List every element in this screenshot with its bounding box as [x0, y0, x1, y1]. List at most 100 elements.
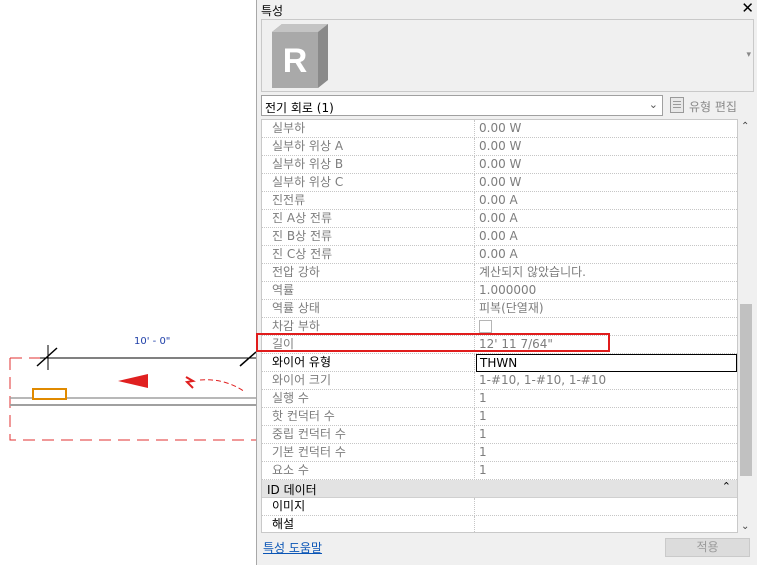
- property-name: 진 A상 전류: [262, 210, 475, 228]
- property-name: 이미지: [262, 498, 475, 516]
- property-value-checkbox-cell: [476, 318, 737, 336]
- revit-logo-icon: R: [272, 24, 328, 88]
- lightning-icon: [184, 376, 196, 389]
- property-value: 0.00 A: [479, 211, 518, 225]
- property-value: 1.000000: [479, 283, 537, 297]
- property-name: 진전류: [262, 192, 475, 210]
- property-value: 0.00 W: [479, 175, 522, 189]
- properties-grid: 실부하 0.00 W 실부하 위상 A 0.00 W 실부하 위상 B 0.00…: [261, 119, 738, 533]
- property-value: 12' 11 7/64": [479, 337, 553, 351]
- property-name: 전압 강하: [262, 264, 475, 282]
- property-value: 계산되지 않았습니다.: [479, 265, 586, 279]
- property-value: 0.00 W: [479, 121, 522, 135]
- circuit-arrow-icon: [118, 374, 148, 388]
- property-row[interactable]: 진전류 0.00 A: [262, 192, 737, 210]
- group-header-identity[interactable]: ID 데이터 ⌃: [262, 480, 737, 498]
- property-value: 1: [479, 445, 487, 459]
- property-name: 실부하 위상 A: [262, 138, 475, 156]
- property-row[interactable]: 진 C상 전류 0.00 A: [262, 246, 737, 264]
- property-name: 길이: [262, 336, 475, 354]
- scroll-up-icon[interactable]: ⌃: [741, 121, 749, 132]
- property-name: 실부하: [262, 120, 475, 138]
- drawing-canvas[interactable]: 10' - 0": [0, 0, 256, 565]
- property-name: 진 C상 전류: [262, 246, 475, 264]
- property-value: 1: [479, 427, 487, 441]
- property-name: 와이어 크기: [262, 372, 475, 390]
- property-row[interactable]: 진 B상 전류 0.00 A: [262, 228, 737, 246]
- circuit-drawing: [9, 345, 256, 441]
- property-name: 중립 컨덕터 수: [262, 426, 475, 444]
- scrollbar-thumb[interactable]: [740, 304, 752, 476]
- property-value: 1: [479, 391, 487, 405]
- palette-title: 특성: [261, 4, 284, 18]
- property-row[interactable]: 핫 컨덕터 수 1: [262, 408, 737, 426]
- instance-filter-value: 전기 회로 (1): [265, 101, 334, 115]
- property-row[interactable]: 기본 컨덕터 수 1: [262, 444, 737, 462]
- property-value: 0.00 W: [479, 157, 522, 171]
- property-row[interactable]: 실부하 위상 A 0.00 W: [262, 138, 737, 156]
- property-value: 1: [479, 409, 487, 423]
- property-row[interactable]: 역률 1.000000: [262, 282, 737, 300]
- edit-type-label: 유형 편집: [689, 100, 737, 114]
- property-row[interactable]: 실부하 0.00 W: [262, 120, 737, 138]
- chevron-down-icon[interactable]: ▾: [746, 50, 751, 60]
- property-value: 피복(단열재): [479, 301, 544, 315]
- type-selector[interactable]: R ▾: [261, 19, 754, 92]
- instance-filter-dropdown[interactable]: 전기 회로 (1) ⌄: [261, 95, 663, 116]
- property-name: 실부하 위상 C: [262, 174, 475, 192]
- property-value: 0.00 A: [479, 247, 518, 261]
- property-name: 핫 컨덕터 수: [262, 408, 475, 426]
- edit-type-icon: [670, 97, 684, 113]
- property-name: 요소 수: [262, 462, 475, 480]
- property-name: 역률: [262, 282, 475, 300]
- property-row[interactable]: 중립 컨덕터 수 1: [262, 426, 737, 444]
- apply-button[interactable]: 적용: [665, 538, 750, 557]
- property-name: 차감 부하: [262, 318, 475, 336]
- property-name: 역률 상태: [262, 300, 475, 318]
- collapse-icon[interactable]: ⌃: [722, 480, 731, 493]
- property-name: 실부하 위상 B: [262, 156, 475, 174]
- properties-palette: 특성 ✕ R ▾ 전기 회로 (1) ⌄ 유형 편집 실부하 0.00 W 실부…: [256, 0, 757, 565]
- property-name: 해설: [262, 516, 475, 532]
- property-row[interactable]: 와이어 크기 1-#10, 1-#10, 1-#10: [262, 372, 737, 390]
- property-row[interactable]: 진 A상 전류 0.00 A: [262, 210, 737, 228]
- property-row[interactable]: 실부하 위상 B 0.00 W: [262, 156, 737, 174]
- property-value: 0.00 A: [479, 229, 518, 243]
- edit-type-button[interactable]: 유형 편집: [670, 95, 754, 116]
- revit-logo-letter: R: [283, 42, 308, 80]
- property-value: 1-#10, 1-#10, 1-#10: [479, 373, 607, 387]
- chevron-down-icon: ⌄: [648, 98, 658, 111]
- scroll-down-icon[interactable]: ⌄: [741, 521, 749, 532]
- property-name: 와이어 유형: [262, 354, 475, 372]
- wire-type-field[interactable]: THWN: [476, 354, 737, 372]
- electrical-device: [32, 388, 67, 400]
- property-value[interactable]: [476, 516, 737, 532]
- property-row[interactable]: 역률 상태 피복(단열재): [262, 300, 737, 318]
- property-row[interactable]: 실행 수 1: [262, 390, 737, 408]
- property-name: 실행 수: [262, 390, 475, 408]
- property-row-length[interactable]: 길이 12' 11 7/64": [262, 336, 737, 354]
- property-value: 1: [479, 463, 487, 477]
- close-icon[interactable]: ✕: [741, 0, 754, 17]
- property-row[interactable]: 실부하 위상 C 0.00 W: [262, 174, 737, 192]
- property-row[interactable]: 전압 강하 계산되지 않았습니다.: [262, 264, 737, 282]
- property-row[interactable]: 차감 부하: [262, 318, 737, 336]
- palette-title-bar: 특성 ✕: [257, 0, 757, 18]
- circuit-arc: [199, 379, 246, 393]
- property-name: 진 B상 전류: [262, 228, 475, 246]
- property-row[interactable]: 이미지: [262, 498, 737, 516]
- instance-row: 전기 회로 (1) ⌄ 유형 편집: [261, 95, 754, 117]
- property-row[interactable]: 요소 수 1: [262, 462, 737, 480]
- property-value: 0.00 A: [479, 193, 518, 207]
- deduct-load-checkbox[interactable]: [479, 320, 492, 333]
- dimension-label: 10' - 0": [134, 336, 171, 347]
- property-name: 기본 컨덕터 수: [262, 444, 475, 462]
- property-value: 0.00 W: [479, 139, 522, 153]
- property-value[interactable]: [476, 498, 737, 516]
- properties-scrollbar[interactable]: ⌃ ⌄: [738, 119, 754, 533]
- properties-help-link[interactable]: 특성 도움말: [263, 539, 322, 556]
- dimension-tick-left: [36, 347, 58, 367]
- property-row[interactable]: 해설: [262, 516, 737, 532]
- group-title: ID 데이터: [267, 483, 317, 497]
- property-row-wire-type[interactable]: 와이어 유형 THWN: [262, 354, 737, 372]
